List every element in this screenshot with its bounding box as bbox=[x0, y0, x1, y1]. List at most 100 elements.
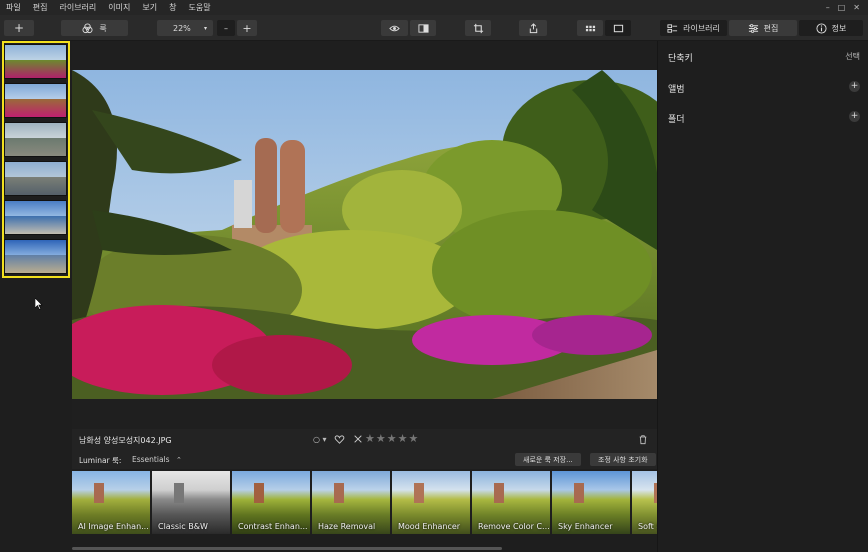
zoom-minus-label: – bbox=[224, 23, 228, 33]
add-button[interactable]: + bbox=[4, 20, 34, 36]
save-look-button[interactable]: 새로운 룩 저장... bbox=[515, 453, 581, 466]
preset-tile[interactable]: Remove Color C... bbox=[472, 471, 550, 534]
looks-icon bbox=[82, 22, 93, 33]
preset-tile[interactable]: Classic B&W bbox=[152, 471, 230, 534]
tab-edit-label: 편집 bbox=[763, 23, 779, 33]
mouse-cursor-icon bbox=[35, 298, 43, 310]
preset-tile[interactable]: Soft & Air bbox=[632, 471, 657, 534]
add-folder-icon[interactable]: + bbox=[849, 111, 860, 122]
split-compare-icon bbox=[417, 23, 429, 33]
tab-info-label: 정보 bbox=[831, 23, 847, 33]
star-1-icon[interactable]: ★ bbox=[365, 432, 376, 445]
minimize-button[interactable]: – bbox=[826, 3, 830, 12]
heart-icon[interactable] bbox=[334, 434, 345, 445]
selection-highlight bbox=[2, 41, 70, 278]
preset-label: Soft & Air bbox=[638, 522, 657, 531]
image-filename: 남화성 양성모성지042.JPG bbox=[79, 436, 172, 445]
sliders-icon bbox=[748, 23, 758, 33]
trash-icon[interactable] bbox=[638, 434, 648, 445]
preset-tile[interactable]: Sky Enhancer bbox=[552, 471, 630, 534]
compare-button[interactable] bbox=[410, 20, 436, 36]
preset-label: Classic B&W bbox=[158, 522, 208, 531]
looks-category-select[interactable]: Essentials ⌃ bbox=[132, 455, 182, 464]
preset-tile[interactable]: Mood Enhancer bbox=[392, 471, 470, 534]
toolbar: + 룩 22% ▾ – + 라이브러리 편집 정보 bbox=[0, 15, 868, 41]
zoom-select[interactable]: 22% ▾ bbox=[157, 20, 213, 36]
preset-label: Remove Color C... bbox=[478, 522, 550, 531]
star-3-icon[interactable]: ★ bbox=[387, 432, 398, 445]
add-label: + bbox=[13, 21, 25, 35]
preset-label: Mood Enhancer bbox=[398, 522, 461, 531]
grid-view-button[interactable] bbox=[577, 20, 603, 36]
eye-icon bbox=[389, 25, 400, 31]
image-info-bar: 남화성 양성모성지042.JPG ○ ▾ ★★★★★ bbox=[72, 429, 657, 451]
preset-tile[interactable]: AI Image Enhan... bbox=[72, 471, 150, 534]
looks-button[interactable]: 룩 bbox=[61, 20, 128, 36]
library-icon bbox=[667, 23, 678, 33]
select-button[interactable]: 선택 bbox=[845, 51, 860, 62]
star-5-icon[interactable]: ★ bbox=[409, 432, 420, 445]
shortcuts-label: 단축키 bbox=[668, 54, 693, 64]
photo-image bbox=[72, 70, 657, 399]
reset-adjustments-button[interactable]: 조정 사항 초기화 bbox=[590, 453, 656, 466]
reset-adjustments-label: 조정 사항 초기화 bbox=[598, 455, 648, 464]
main-photo[interactable] bbox=[72, 70, 657, 399]
tab-info[interactable]: 정보 bbox=[799, 20, 863, 36]
canvas-bottom-margin bbox=[72, 399, 657, 429]
tab-library-label: 라이브러리 bbox=[683, 23, 720, 33]
canvas-top-margin bbox=[72, 41, 657, 70]
menu-library[interactable]: 라이브러리 bbox=[53, 2, 102, 13]
preset-label: Contrast Enhan... bbox=[238, 522, 308, 531]
preset-label: Sky Enhancer bbox=[558, 522, 613, 531]
menu-bar: 파일 편집 라이브러리 이미지 보기 창 도움말 – □ ✕ bbox=[0, 0, 868, 15]
looks-bar: Luminar 룩: Essentials ⌃ 새로운 룩 저장... 조정 사… bbox=[72, 451, 657, 469]
preset-label: AI Image Enhan... bbox=[78, 522, 149, 531]
presets-scrollbar[interactable] bbox=[72, 547, 502, 550]
reject-icon[interactable] bbox=[353, 434, 363, 444]
menu-edit[interactable]: 편집 bbox=[27, 2, 54, 13]
star-rating[interactable]: ★★★★★ bbox=[365, 432, 419, 445]
looks-label: 룩 bbox=[99, 23, 107, 33]
save-look-label: 새로운 룩 저장... bbox=[523, 455, 573, 464]
zoom-in-button[interactable]: + bbox=[237, 20, 257, 36]
share-icon bbox=[529, 22, 537, 33]
maximize-button[interactable]: □ bbox=[838, 3, 846, 12]
chevron-up-icon: ⌃ bbox=[175, 456, 182, 464]
crop-button[interactable] bbox=[465, 20, 491, 36]
zoom-out-button[interactable]: – bbox=[217, 20, 235, 36]
zoom-value: 22% bbox=[173, 23, 191, 33]
add-album-icon[interactable]: + bbox=[849, 81, 860, 92]
menu-help[interactable]: 도움말 bbox=[182, 2, 216, 13]
folders-label: 폴더 bbox=[668, 115, 685, 125]
zoom-plus-label: + bbox=[242, 21, 252, 35]
albums-label: 앨범 bbox=[668, 85, 685, 95]
info-icon bbox=[816, 22, 827, 34]
tab-library[interactable]: 라이브러리 bbox=[660, 20, 727, 36]
preset-label: Haze Removal bbox=[318, 522, 376, 531]
library-side-panel: 단축키 선택 앨범 + 폴더 + bbox=[657, 41, 868, 552]
preset-tile[interactable]: Contrast Enhan... bbox=[232, 471, 310, 534]
chevron-down-icon: ▾ bbox=[203, 24, 207, 32]
menu-window[interactable]: 창 bbox=[163, 2, 182, 13]
menu-image[interactable]: 이미지 bbox=[102, 2, 136, 13]
albums-row[interactable]: 앨범 + bbox=[668, 80, 860, 96]
menu-file[interactable]: 파일 bbox=[0, 2, 27, 13]
share-button[interactable] bbox=[519, 20, 547, 36]
menu-view[interactable]: 보기 bbox=[136, 2, 163, 13]
preset-tile[interactable]: Haze Removal bbox=[312, 471, 390, 534]
folders-row[interactable]: 폴더 + bbox=[668, 110, 860, 126]
star-2-icon[interactable]: ★ bbox=[376, 432, 387, 445]
color-label-dropdown[interactable]: ○ ▾ bbox=[313, 435, 327, 444]
single-view-button[interactable] bbox=[605, 20, 631, 36]
single-image-icon bbox=[613, 24, 623, 32]
looks-presets-strip: AI Image Enhan... Classic B&W Contrast E… bbox=[72, 469, 657, 535]
tab-edit[interactable]: 편집 bbox=[729, 20, 797, 36]
looks-title: Luminar 룩: bbox=[79, 456, 122, 465]
filmstrip-panel bbox=[0, 41, 72, 552]
star-4-icon[interactable]: ★ bbox=[398, 432, 409, 445]
window-controls: – □ ✕ bbox=[826, 3, 868, 12]
looks-category-value: Essentials bbox=[132, 455, 170, 464]
crop-icon bbox=[473, 23, 483, 33]
preview-button[interactable] bbox=[381, 20, 408, 36]
close-button[interactable]: ✕ bbox=[853, 3, 860, 12]
